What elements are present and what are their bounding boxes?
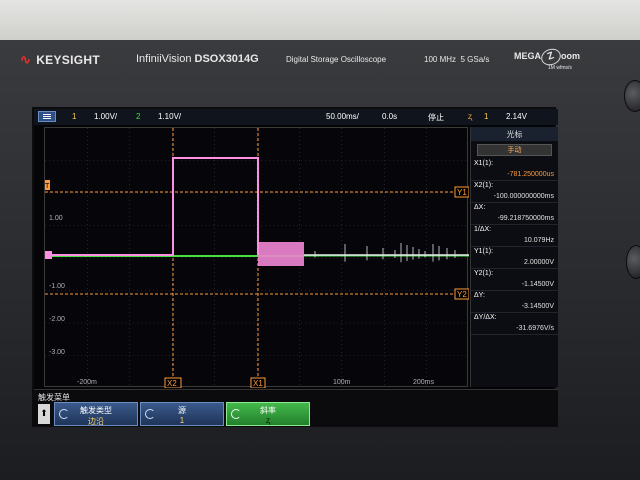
cursor-readout-value: -99.218750000ms	[497, 215, 554, 222]
cursor-readout-value: 2.00000V	[524, 259, 554, 266]
brand-name: KEYSIGHT	[36, 53, 100, 67]
cursor-readout-label: ΔX:	[474, 204, 486, 211]
model-description: Digital Storage Oscilloscope	[286, 55, 387, 64]
ch2-number[interactable]: 2	[136, 112, 140, 121]
rotate-knob-icon	[145, 409, 155, 419]
source-label: 源	[178, 406, 186, 415]
sample-rate: 5 GSa/s	[460, 55, 490, 64]
keysight-logo: ∿ KEYSIGHT	[20, 52, 100, 68]
cursor-readout-label: ΔY/ΔX:	[474, 314, 497, 321]
model-spec: 100 MHz 5 GSa/s	[424, 55, 489, 64]
status-bar: 1 1.00V/ 2 1.10V/ 50.00ms/ 0.0s 停止 ʐ 1 2…	[34, 109, 558, 125]
megazoom-logo: MEGA Zoom 1M wfms/s	[514, 46, 582, 71]
slope-label: 斜率	[260, 406, 276, 415]
bandwidth: 100 MHz	[424, 55, 457, 64]
y-axis-label: 1.00	[49, 215, 63, 222]
cursors-panel: 光标 手动 X1(1): -781.250000us X2(1): -100.0000…	[470, 127, 558, 387]
ch1-trace	[45, 157, 259, 256]
cursor-readout-label: Y1(1):	[474, 248, 494, 255]
cursors-panel-title: 光标	[471, 127, 558, 141]
y-axis-label: -1.00	[49, 283, 65, 290]
cursor-readout-label: Y2(1):	[474, 270, 494, 277]
cursor-mode-button[interactable]: 手动	[477, 144, 552, 156]
cursor-readout-value: -3.14500V	[521, 303, 554, 310]
slope-softkey[interactable]: 斜率 ʐ	[226, 402, 310, 426]
cursor-readout-row: 1/ΔX: 10.079Hz	[471, 225, 558, 247]
trigger-type-label: 触发类型	[80, 406, 112, 415]
trigger-slope-icon: ʐ	[468, 112, 472, 121]
model-name: InfiniiVision DSOX3014G	[136, 53, 259, 65]
timebase[interactable]: 50.00ms/	[326, 112, 359, 121]
cursor-x1-tag: X1	[253, 379, 263, 388]
cursor-readout-row: ΔY/ΔX: -31.6976V/s	[471, 313, 558, 335]
oscilloscope-photo: ∿ KEYSIGHT InfiniiVision DSOX3014G Digita…	[0, 0, 640, 480]
delay[interactable]: 0.0s	[382, 112, 397, 121]
cursor-x2-tag: X2	[167, 379, 177, 388]
cursor-readout-row: Y2(1): -1.14500V	[471, 269, 558, 291]
brand-bar: ∿ KEYSIGHT InfiniiVision DSOX3014G Digita…	[14, 46, 590, 76]
ch1-scale[interactable]: 1.00V/	[94, 112, 117, 121]
ch1-noise-burst	[258, 242, 304, 266]
ch1-number[interactable]: 1	[72, 112, 76, 121]
cursor-readout-label: 1/ΔX:	[474, 226, 492, 233]
megazoom-word: oom	[561, 51, 580, 61]
cursor-readout-value: -100.000000000ms	[493, 193, 554, 200]
keysight-wave-icon: ∿	[20, 52, 32, 67]
source-softkey[interactable]: 源 1	[140, 402, 224, 426]
y-axis-label: -3.00	[49, 349, 65, 356]
cursor-readout-label: X1(1):	[474, 160, 494, 167]
rotate-knob-icon	[231, 409, 241, 419]
trigger-type-softkey[interactable]: 触发类型 边沿	[54, 402, 138, 426]
cursor-readout-label: ΔY:	[474, 292, 485, 299]
cursor-y2-tag: Y2	[457, 290, 467, 299]
trigger-channel[interactable]: 1	[484, 112, 488, 121]
right-knob-lower[interactable]	[626, 245, 640, 279]
cursor-readouts: X1(1): -781.250000us X2(1): -100.000000000m…	[471, 159, 558, 335]
main-menu-button[interactable]	[38, 111, 56, 122]
scope-screen: 1 1.00V/ 2 1.10V/ 50.00ms/ 0.0s 停止 ʐ 1 2…	[32, 107, 558, 427]
cursor-readout-row: X2(1): -100.000000000ms	[471, 181, 558, 203]
cursor-readout-row: Y1(1): 2.00000V	[471, 247, 558, 269]
megazoom-sub: 1M wfms/s	[548, 65, 572, 71]
x-axis-label: 200ms	[413, 379, 435, 386]
cursor-readout-row: ΔX: -99.218750000ms	[471, 203, 558, 225]
right-knob[interactable]	[624, 80, 640, 112]
model-number: DSOX3014G	[194, 53, 259, 65]
ch1-ground-marker	[45, 251, 52, 259]
megazoom-prefix: MEGA	[514, 51, 541, 61]
softkey-bar: 触发菜单 ⬆ 触发类型 边沿 源 1 斜率 ʐ	[34, 389, 558, 427]
cursor-readout-value: -31.6976V/s	[516, 325, 554, 332]
cursor-readout-value: 10.079Hz	[524, 237, 554, 244]
cursor-y1-tag: Y1	[457, 188, 467, 197]
trigger-level-tag: T	[45, 183, 50, 190]
rotate-knob-icon	[59, 409, 69, 419]
waveform-svg: 1.00 -1.00 -2.00 -3.00 -200m 100m 200ms T Y1 Y2 X2…	[45, 128, 470, 389]
cursor-readout-value: -1.14500V	[521, 281, 554, 288]
cursor-readout-label: X2(1):	[474, 182, 494, 189]
x-axis-label: -200m	[77, 379, 97, 386]
cursor-readout-row: X1(1): -781.250000us	[471, 159, 558, 181]
cursor-readout-value: -781.250000us	[507, 171, 554, 178]
y-axis-label: -2.00	[49, 316, 65, 323]
trigger-level[interactable]: 2.14V	[506, 112, 527, 121]
menu-up-button[interactable]: ⬆	[38, 404, 50, 424]
ch2-scale[interactable]: 1.10V/	[158, 112, 181, 121]
waveform-graticule[interactable]: 1.00 -1.00 -2.00 -3.00 -200m 100m 200ms T Y1 Y2 X2…	[44, 127, 470, 389]
run-state[interactable]: 停止	[428, 112, 444, 123]
model-prefix: InfiniiVision	[136, 53, 192, 65]
cursor-readout-row: ΔY: -3.14500V	[471, 291, 558, 313]
x-axis-label: 100m	[333, 379, 351, 386]
